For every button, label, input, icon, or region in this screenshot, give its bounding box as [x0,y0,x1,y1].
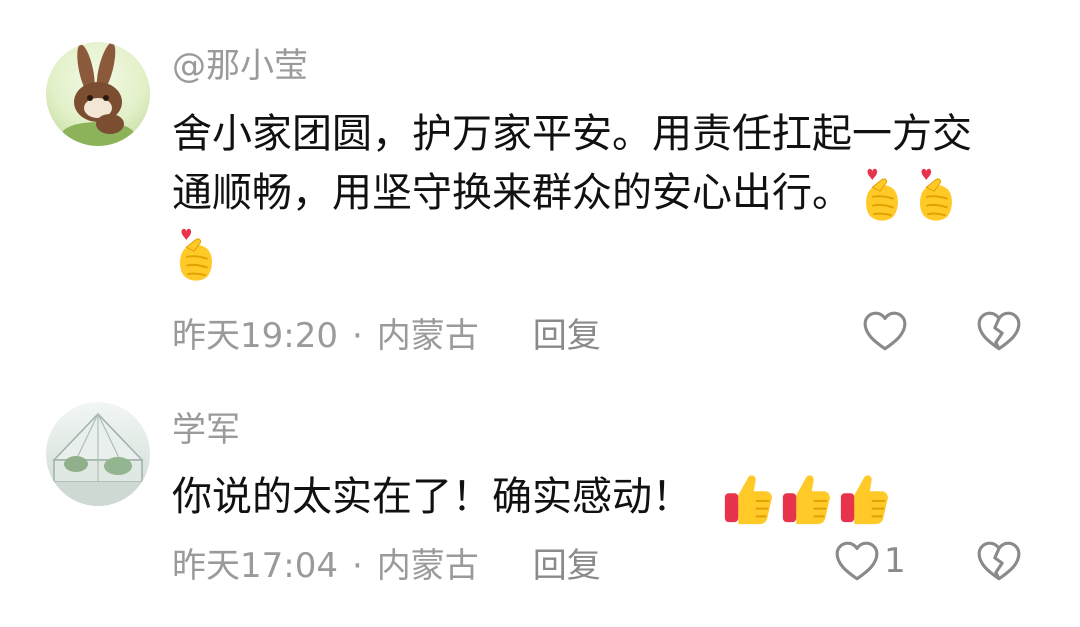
separator: · [351,316,363,356]
like-button[interactable]: 1 [834,540,906,582]
location: 内蒙古 [376,546,479,586]
like-button[interactable] [862,310,908,352]
comment-text-line: 舍小家团圆，护万家平安。用责任扛起一方交 [172,111,972,157]
rabbit-avatar-icon [62,42,134,146]
comment-text-line: 你说的太实在了！确实感动！ [172,468,1042,527]
comment-text-line-1: 你说的太实在了！确实感动！ [172,474,692,520]
avatar[interactable] [46,42,150,146]
separator: · [351,546,363,586]
finger-heart-emoji-icon [858,166,906,224]
comment-item: @那小莹 舍小家团圆，护万家平安。用责任扛起一方交 通顺畅，用坚守换来群众的安心… [0,0,1080,380]
comment-text: 舍小家团圆，护万家平安。用责任扛起一方交 通顺畅，用坚守换来群众的安心出行。 [172,105,1042,284]
comment-text-line [172,224,1042,284]
finger-heart-emoji-icon [172,226,220,284]
broken-heart-icon [976,540,1022,582]
thumbs-up-emoji-icon [780,472,832,526]
timestamp: 昨天17:04 [172,546,338,586]
finger-heart-emoji-icon [912,166,960,224]
heart-outline-icon [834,540,880,582]
greenhouse-avatar-icon [52,412,144,506]
dislike-button[interactable] [976,540,1022,586]
like-count: 1 [884,541,906,581]
avatar[interactable] [46,402,150,506]
username[interactable]: 学军 [172,410,240,450]
comment-text-line-2: 通顺畅，用坚守换来群众的安心出行。 [172,170,852,216]
comment-text: 你说的太实在了！确实感动！ [172,468,1042,527]
reply-button[interactable]: 回复 [533,546,601,586]
thumbs-up-emoji-icon [722,472,774,526]
comment-meta: 昨天19:20 · 内蒙古 回复 [172,316,601,356]
location: 内蒙古 [376,316,479,356]
comment-text-line: 通顺畅，用坚守换来群众的安心出行。 [172,164,1042,224]
comment-meta: 昨天17:04 · 内蒙古 回复 [172,546,601,586]
comment-item: 学军 你说的太实在了！确实感动！ 昨天17:04 · 内蒙古 回复 1 [0,380,1080,627]
thumbs-up-emoji-icon [838,472,890,526]
dislike-button[interactable] [976,310,1022,356]
username[interactable]: @那小莹 [172,46,308,86]
heart-outline-icon [862,310,908,352]
timestamp: 昨天19:20 [172,316,338,356]
broken-heart-icon [976,310,1022,352]
reply-button[interactable]: 回复 [533,316,601,356]
